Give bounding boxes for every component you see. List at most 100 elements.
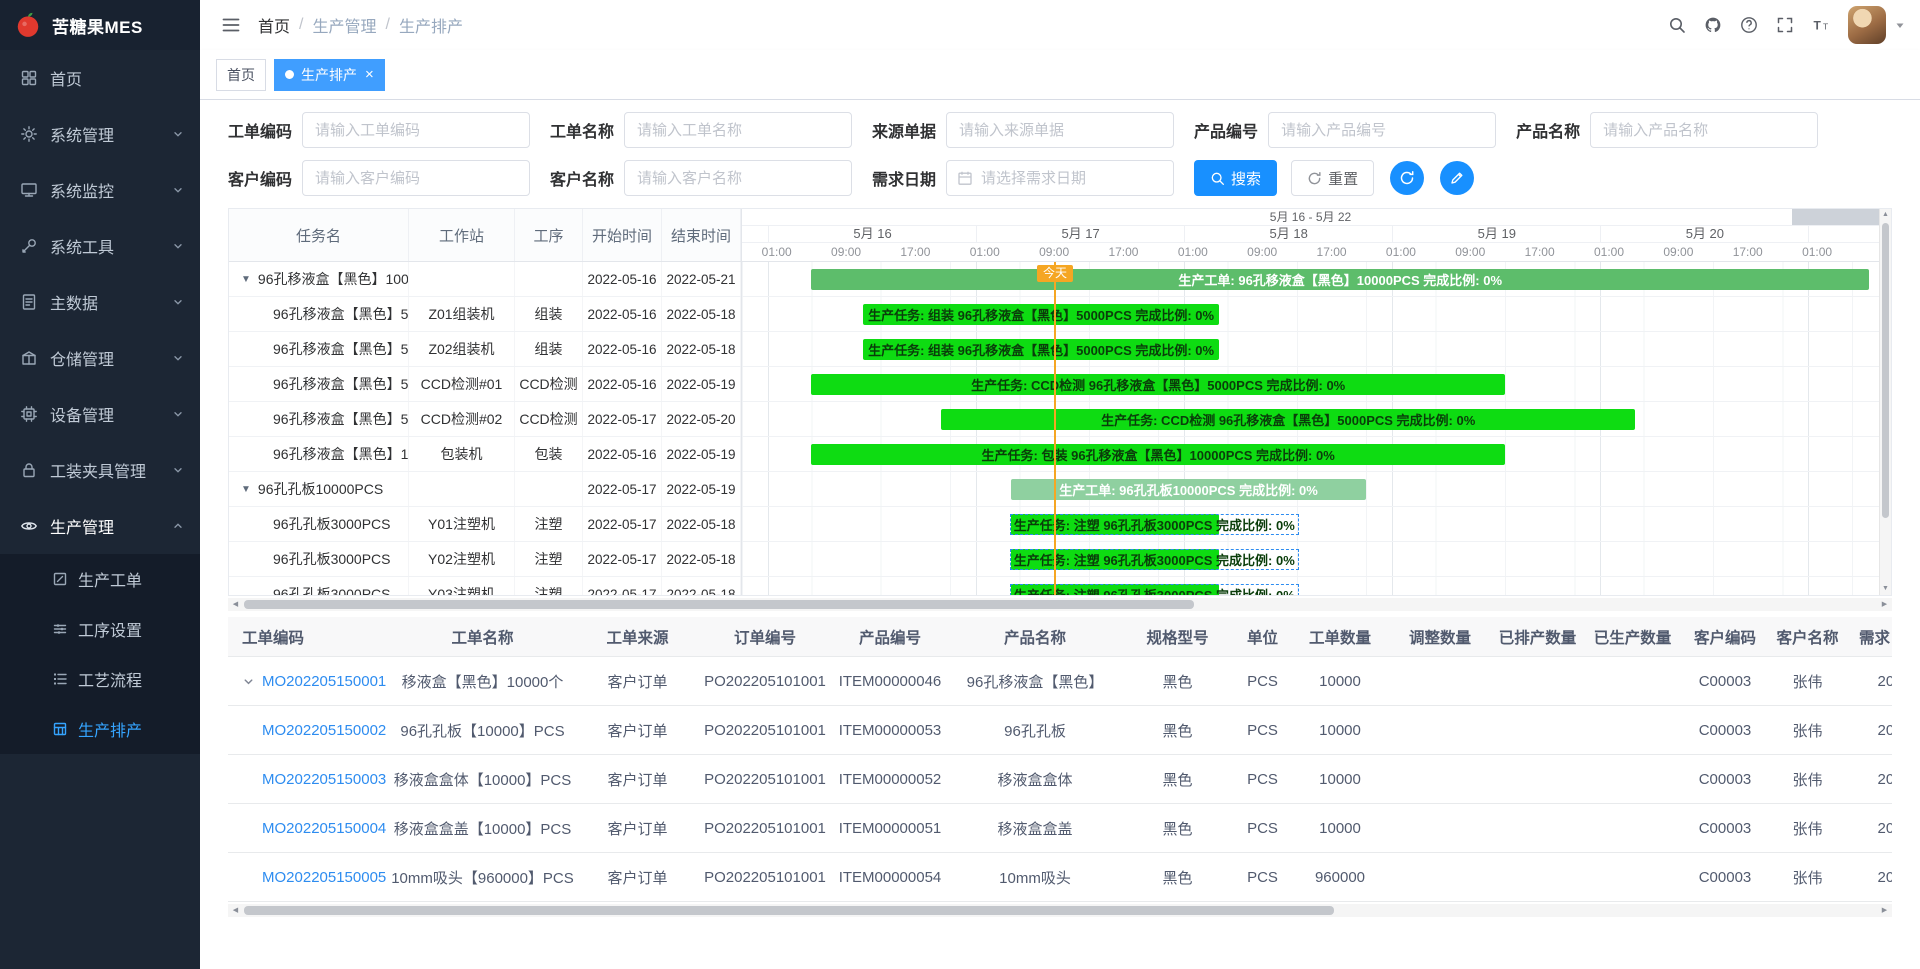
- gantt-task-row[interactable]: 96孔孔板3000PCSY01注塑机注塑2022-05-172022-05-18: [229, 507, 741, 542]
- gantt-vertical-scrollbar[interactable]: [1879, 209, 1891, 595]
- gantt-task-row[interactable]: 96孔移液盒【黑色】5000PCSZ02组装机组装2022-05-162022-…: [229, 332, 741, 367]
- breadcrumb-item-0[interactable]: 首页: [258, 13, 290, 37]
- sidebar-subitem-1[interactable]: 工序设置: [0, 604, 200, 654]
- gantt-bar[interactable]: 生产工单: 96孔孔板10000PCS 完成比例: 0%: [1011, 479, 1366, 500]
- orders-cell: 10000: [1290, 673, 1390, 690]
- sidebar-subitem-2[interactable]: 工艺流程: [0, 654, 200, 704]
- gantt-task-row[interactable]: ▼96孔移液盒【黑色】10000PCS2022-05-162022-05-21: [229, 262, 741, 297]
- sync-button[interactable]: [1390, 161, 1424, 195]
- timeline-hour-label: 01:00: [951, 243, 1019, 261]
- gantt-task-row[interactable]: 96孔移液盒【黑色】5000PCSCCD检测#02CCD检测2022-05-17…: [229, 402, 741, 437]
- gantt-task-row[interactable]: 96孔移液盒【黑色】10000PCS包装机包装2022-05-162022-05…: [229, 437, 741, 472]
- work-order-link[interactable]: MO202205150003: [262, 771, 386, 788]
- orders-row[interactable]: MO202205150003移液盒盒体【10000】PCS客户订单PO20220…: [228, 755, 1892, 804]
- gantt-task-row[interactable]: 96孔移液盒【黑色】5000PCSCCD检测#01CCD检测2022-05-16…: [229, 367, 741, 402]
- reset-button[interactable]: 重置: [1291, 160, 1374, 196]
- process-cell: 包装: [515, 437, 583, 471]
- text-input[interactable]: [1591, 113, 1817, 147]
- work-order-link[interactable]: MO202205150005: [262, 869, 386, 886]
- scroll-down-icon[interactable]: [1880, 583, 1891, 595]
- collapse-icon[interactable]: ▼: [241, 274, 251, 285]
- caret-down-icon[interactable]: [1894, 19, 1906, 31]
- font-size-button[interactable]: TT: [1804, 0, 1838, 50]
- sidebar-item-3[interactable]: 系统工具: [0, 218, 200, 274]
- scroll-left-icon[interactable]: [228, 598, 243, 611]
- collapse-icon[interactable]: ▼: [241, 484, 251, 495]
- gantt-bar[interactable]: 生产任务: 组装 96孔移液盒【黑色】5000PCS 完成比例: 0%: [863, 339, 1218, 360]
- text-input[interactable]: [625, 161, 851, 195]
- sidebar-toggle-button[interactable]: [214, 0, 248, 50]
- filter-label: 客户编码: [228, 166, 292, 190]
- gantt-task-row[interactable]: ▼96孔孔板10000PCS2022-05-172022-05-19: [229, 472, 741, 507]
- gantt-task-row[interactable]: 96孔孔板3000PCSY02注塑机注塑2022-05-172022-05-18: [229, 542, 741, 577]
- gantt-bar[interactable]: 生产任务: CCD检测 96孔移液盒【黑色】5000PCS 完成比例: 0%: [811, 374, 1505, 395]
- text-input[interactable]: [303, 113, 529, 147]
- tab-close-icon[interactable]: ×: [365, 67, 374, 82]
- table-horizontal-scrollbar[interactable]: [228, 904, 1892, 917]
- sidebar-item-6[interactable]: 设备管理: [0, 386, 200, 442]
- orders-row[interactable]: MO20220515000296孔孔板【10000】PCS客户订单PO20220…: [228, 706, 1892, 755]
- gantt-bar[interactable]: 生产任务: 注塑 96孔孔板3000PCS 完成比例: 0%: [1011, 514, 1219, 535]
- gantt-bar[interactable]: 生产任务: CCD检测 96孔移液盒【黑色】5000PCS 完成比例: 0%: [941, 409, 1635, 430]
- date-input[interactable]: [947, 161, 1173, 195]
- sidebar-item-8[interactable]: 生产管理: [0, 498, 200, 554]
- reset-button-label: 重置: [1328, 168, 1358, 189]
- work-order-link[interactable]: MO202205150004: [262, 820, 386, 837]
- warehouse-icon: [20, 349, 38, 367]
- text-input[interactable]: [303, 161, 529, 195]
- help-button[interactable]: [1732, 0, 1766, 50]
- sidebar-subitem-0[interactable]: 生产工单: [0, 554, 200, 604]
- text-input[interactable]: [1269, 113, 1495, 147]
- scroll-right-icon[interactable]: [1877, 598, 1892, 611]
- gantt-bar[interactable]: 生产任务: 组装 96孔移液盒【黑色】5000PCS 完成比例: 0%: [863, 304, 1218, 325]
- avatar[interactable]: [1848, 6, 1886, 44]
- sidebar-item-5[interactable]: 仓储管理: [0, 330, 200, 386]
- orders-cell: ITEM00000052: [830, 771, 950, 788]
- breadcrumb-item-1[interactable]: 生产管理: [312, 13, 376, 37]
- sidebar-item-label: 工装夹具管理: [50, 458, 166, 482]
- tab-1[interactable]: 生产排产×: [274, 59, 385, 91]
- sidebar-item-2[interactable]: 系统监控: [0, 162, 200, 218]
- sidebar-subitem-3[interactable]: 生产排产: [0, 704, 200, 754]
- header-search-button[interactable]: [1660, 0, 1694, 50]
- edit-button[interactable]: [1440, 161, 1474, 195]
- text-input[interactable]: [625, 113, 851, 147]
- text-input[interactable]: [947, 113, 1173, 147]
- topbar-actions: TT: [1660, 0, 1906, 50]
- orders-row[interactable]: MO202205150001移液盒【黑色】10000个客户订单PO2022051…: [228, 657, 1892, 706]
- timeline-hour-label: 17:00: [1089, 243, 1157, 261]
- gantt-bar[interactable]: 生产工单: 96孔移液盒【黑色】10000PCS 完成比例: 0%: [811, 269, 1869, 290]
- github-button[interactable]: [1696, 0, 1730, 50]
- orders-cell: ITEM00000053: [830, 722, 950, 739]
- gantt-task-row[interactable]: 96孔孔板3000PCSY03注塑机注塑2022-05-172022-05-18: [229, 577, 741, 595]
- scroll-left-icon[interactable]: [228, 904, 243, 917]
- sidebar-item-4[interactable]: 主数据: [0, 274, 200, 330]
- orders-row[interactable]: MO20220515000510mm吸头【960000】PCS客户订单PO202…: [228, 853, 1892, 902]
- gantt-bar[interactable]: 生产任务: 包装 96孔移液盒【黑色】10000PCS 完成比例: 0%: [811, 444, 1505, 465]
- sidebar-item-7[interactable]: 工装夹具管理: [0, 442, 200, 498]
- tab-0[interactable]: 首页: [216, 59, 266, 91]
- search-button[interactable]: 搜索: [1194, 160, 1277, 196]
- document-icon: [20, 293, 38, 311]
- scroll-up-icon[interactable]: [1880, 209, 1891, 221]
- scroll-right-icon[interactable]: [1877, 904, 1892, 917]
- sidebar-item-1[interactable]: 系统管理: [0, 106, 200, 162]
- gantt-col-header: 开始时间: [583, 209, 662, 261]
- vertical-scroll-thumb[interactable]: [1882, 223, 1889, 518]
- orders-cell: 10000: [1290, 771, 1390, 788]
- horizontal-scroll-thumb[interactable]: [244, 906, 1334, 915]
- gantt-horizontal-scrollbar[interactable]: [228, 598, 1892, 611]
- process-cell: 注塑: [515, 577, 583, 595]
- orders-row[interactable]: MO202205150004移液盒盒盖【10000】PCS客户订单PO20220…: [228, 804, 1892, 853]
- sidebar-item-0[interactable]: 首页: [0, 50, 200, 106]
- orders-cell: C00003: [1680, 820, 1770, 837]
- horizontal-scroll-thumb[interactable]: [244, 600, 1194, 609]
- gantt-task-row[interactable]: 96孔移液盒【黑色】5000PCSZ01组装机组装2022-05-162022-…: [229, 297, 741, 332]
- gantt-bar[interactable]: 生产任务: 注塑 96孔孔板3000PCS 完成比例: 0%: [1011, 549, 1219, 570]
- gantt-bar[interactable]: 生产任务: 注塑 96孔孔板3000PCS 完成比例: 0%: [1011, 584, 1219, 595]
- fullscreen-button[interactable]: [1768, 0, 1802, 50]
- expand-row-icon[interactable]: [242, 675, 255, 688]
- app-logo[interactable]: 苦糖果MES: [0, 0, 200, 50]
- work-order-link[interactable]: MO202205150002: [262, 722, 386, 739]
- work-order-link[interactable]: MO202205150001: [262, 673, 386, 690]
